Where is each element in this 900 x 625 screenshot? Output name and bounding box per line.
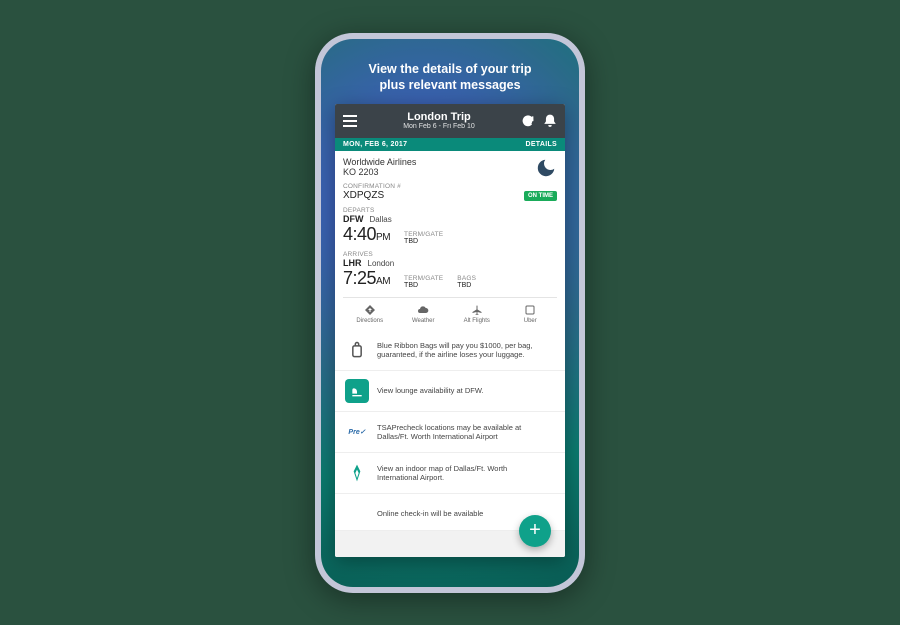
page-subtitle: Mon Feb 6 - Fri Feb 10 — [357, 123, 521, 131]
arrive-time: 7:25AM — [343, 268, 390, 289]
depart-code: DFW — [343, 214, 364, 224]
depart-city: Dallas — [370, 215, 392, 224]
message-text: Blue Ribbon Bags will pay you $1000, per… — [377, 341, 555, 361]
weather-button[interactable]: Weather — [397, 298, 451, 330]
refresh-icon[interactable] — [521, 114, 535, 128]
message-text: View lounge availability at DFW. — [377, 386, 555, 396]
flight-card: Worldwide Airlines KO 2203 CONFIRMATION … — [335, 151, 565, 330]
map-icon — [345, 461, 369, 485]
promo-line2: plus relevant messages — [341, 77, 559, 94]
app-header: London Trip Mon Feb 6 - Fri Feb 10 — [335, 104, 565, 138]
bell-icon[interactable] — [543, 114, 557, 128]
header-titles: London Trip Mon Feb 6 - Fri Feb 10 — [357, 111, 521, 131]
promo-line1: View the details of your trip — [341, 61, 559, 78]
depart-segment: DEPARTS DFW Dallas 4:40PM TERM/GATE TBD — [343, 207, 557, 245]
departs-label: DEPARTS — [343, 207, 557, 214]
date-label: MON, FEB 6, 2017 — [343, 141, 407, 148]
list-item[interactable]: View lounge availability at DFW. — [335, 371, 565, 412]
phone-frame: View the details of your trip plus relev… — [315, 33, 585, 593]
add-button[interactable]: + — [519, 515, 551, 547]
list-item[interactable]: Blue Ribbon Bags will pay you $1000, per… — [335, 330, 565, 371]
luggage-icon — [345, 338, 369, 362]
message-text: View an indoor map of Dallas/Ft. Worth I… — [377, 464, 555, 484]
date-bar: MON, FEB 6, 2017 DETAILS — [335, 138, 565, 151]
checkin-icon — [345, 502, 369, 526]
arrive-termgate: TERM/GATE TBD — [404, 275, 443, 289]
weather-icon — [416, 304, 430, 316]
message-text: TSAPrecheck locations may be available a… — [377, 423, 555, 443]
arrive-bags: BAGS TBD — [457, 275, 476, 289]
arrive-segment: ARRIVES LHR London 7:25AM TERM/GATE TBD — [343, 251, 557, 289]
alt-flights-button[interactable]: Alt Flights — [450, 298, 504, 330]
precheck-icon: Pre✓ — [345, 420, 369, 444]
confirmation-value: XDPQZS — [343, 190, 401, 201]
depart-time: 4:40PM — [343, 224, 390, 245]
action-row: Directions Weather Alt Flights Uber — [343, 297, 557, 330]
uber-icon — [523, 304, 537, 316]
app-window: London Trip Mon Feb 6 - Fri Feb 10 MON, … — [335, 104, 565, 556]
confirmation-label: CONFIRMATION # — [343, 183, 401, 190]
phone-screen: View the details of your trip plus relev… — [321, 39, 579, 587]
directions-button[interactable]: Directions — [343, 298, 397, 330]
list-item[interactable]: Pre✓ TSAPrecheck locations may be availa… — [335, 412, 565, 453]
menu-icon[interactable] — [343, 115, 357, 127]
plane-icon — [470, 304, 484, 316]
list-item[interactable]: View an indoor map of Dallas/Ft. Worth I… — [335, 453, 565, 494]
page-title: London Trip — [357, 111, 521, 123]
overnight-icon — [535, 157, 557, 179]
arrive-code: LHR — [343, 258, 362, 268]
details-link[interactable]: DETAILS — [525, 141, 557, 148]
airline-name: Worldwide Airlines — [343, 157, 416, 167]
status-badge: ON TIME — [524, 191, 557, 201]
depart-termgate: TERM/GATE TBD — [404, 231, 443, 245]
uber-button[interactable]: Uber — [504, 298, 558, 330]
arrives-label: ARRIVES — [343, 251, 557, 258]
promo-text: View the details of your trip plus relev… — [321, 39, 579, 105]
flight-number: KO 2203 — [343, 167, 416, 177]
lounge-icon — [345, 379, 369, 403]
arrive-city: London — [368, 259, 395, 268]
directions-icon — [363, 304, 377, 316]
